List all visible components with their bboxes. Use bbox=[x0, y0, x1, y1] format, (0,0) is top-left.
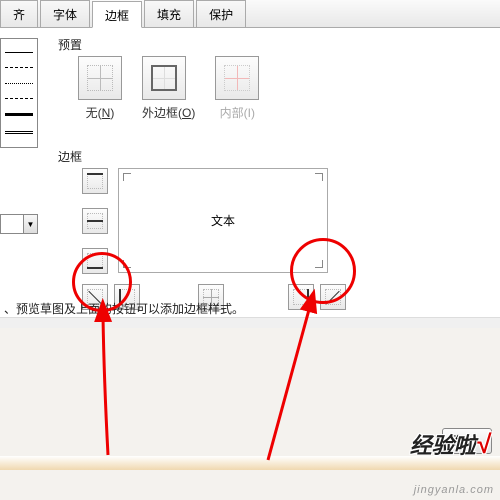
preset-inside-label: 内部(I) bbox=[215, 104, 259, 121]
preset-inside-icon bbox=[224, 65, 250, 91]
color-combo[interactable]: ▼ bbox=[0, 214, 38, 234]
border-section-label: 边框 bbox=[58, 148, 82, 165]
border-diag-down-button[interactable] bbox=[320, 284, 346, 310]
preset-none-button[interactable] bbox=[78, 56, 122, 100]
border-right-button[interactable] bbox=[288, 284, 314, 310]
line-style-list[interactable] bbox=[0, 38, 38, 148]
border-panel: ▼ 预置 边框 无(N) 外边框(O) 内部(I) 文本 bbox=[0, 28, 500, 318]
tab-fill[interactable]: 填充 bbox=[144, 0, 194, 27]
border-middle-icon bbox=[87, 213, 103, 229]
preset-inside-button[interactable] bbox=[215, 56, 259, 100]
tab-protect[interactable]: 保护 bbox=[196, 0, 246, 27]
border-top-button[interactable] bbox=[82, 168, 108, 194]
preset-row: 无(N) 外边框(O) 内部(I) bbox=[78, 56, 259, 121]
preset-section-label: 预置 bbox=[58, 36, 82, 53]
line-style-item[interactable] bbox=[5, 52, 33, 53]
background-area: 确 bbox=[0, 328, 500, 500]
line-style-item[interactable] bbox=[5, 131, 33, 134]
border-bottom-button[interactable] bbox=[82, 248, 108, 274]
site-logo: 经验啦√ bbox=[410, 428, 490, 460]
border-right-icon bbox=[293, 289, 309, 305]
border-top-icon bbox=[87, 173, 103, 189]
chevron-down-icon: ▼ bbox=[23, 215, 37, 233]
border-preview: 文本 bbox=[118, 168, 328, 273]
preset-outline-label: 外边框(O) bbox=[142, 104, 195, 121]
dialog-tabs: 齐 字体 边框 填充 保护 bbox=[0, 0, 500, 28]
border-bottom-icon bbox=[87, 253, 103, 269]
preset-none-label: 无(N) bbox=[78, 104, 122, 121]
tab-font[interactable]: 字体 bbox=[40, 0, 90, 27]
preset-outline-button[interactable] bbox=[142, 56, 186, 100]
line-style-item[interactable] bbox=[5, 113, 33, 116]
border-diag-down-icon bbox=[325, 289, 341, 305]
tab-align[interactable]: 齐 bbox=[0, 0, 38, 27]
style-column: ▼ bbox=[0, 38, 45, 234]
watermark-text: jingyanla.com bbox=[414, 484, 494, 496]
hint-text: 、预览草图及上面的按钮可以添加边框样式。 bbox=[0, 300, 244, 317]
preset-none-icon bbox=[87, 65, 113, 91]
line-style-item[interactable] bbox=[5, 98, 33, 99]
tab-border[interactable]: 边框 bbox=[92, 1, 142, 28]
preview-text: 文本 bbox=[211, 212, 235, 229]
line-style-item[interactable] bbox=[5, 83, 33, 84]
preset-outline-icon bbox=[151, 65, 177, 91]
border-middle-button[interactable] bbox=[82, 208, 108, 234]
check-icon: √ bbox=[476, 429, 490, 459]
line-style-item[interactable] bbox=[5, 67, 33, 68]
